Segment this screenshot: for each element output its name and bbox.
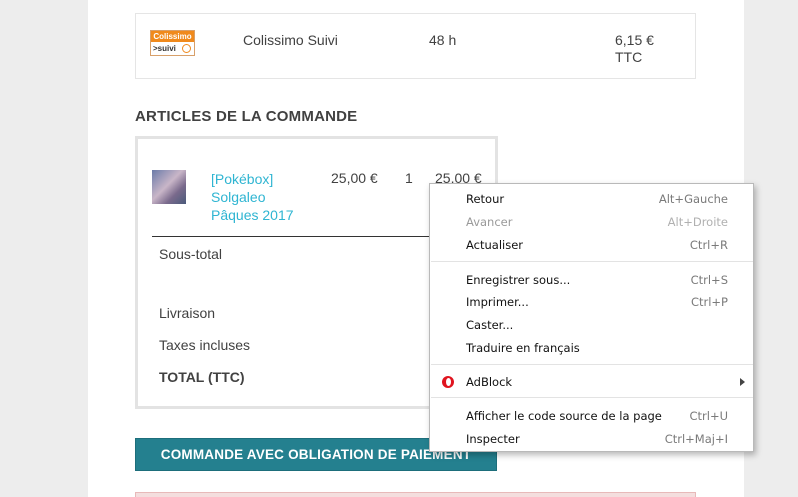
menu-item-label: Traduire en français xyxy=(466,341,580,355)
product-name-link[interactable]: [Pokébox] Solgaleo Pâques 2017 xyxy=(211,170,311,224)
menu-item-label: Enregistrer sous... xyxy=(466,273,571,287)
carrier-delay: 48 h xyxy=(429,32,457,48)
logo-top-text: Colissimo xyxy=(151,31,194,42)
menu-item-label: Inspecter xyxy=(466,432,520,446)
menu-item-view-source[interactable]: Afficher le code source de la page Ctrl+… xyxy=(430,405,753,427)
menu-item-label: Caster... xyxy=(466,318,514,332)
menu-item-forward: Avancer Alt+Droite xyxy=(430,211,753,233)
product-name-line[interactable]: Pâques 2017 xyxy=(211,206,311,224)
menu-item-label: Retour xyxy=(466,192,505,206)
taxes-label: Taxes incluses xyxy=(159,337,251,353)
logo-bottom: >suivi xyxy=(151,42,194,55)
menu-item-label: Avancer xyxy=(466,215,513,229)
menu-item-reload[interactable]: Actualiser Ctrl+R xyxy=(430,234,753,256)
carrier-price-value: 6,15 € xyxy=(615,32,654,48)
menu-item-label: Afficher le code source de la page xyxy=(466,409,662,423)
product-unit-price: 25,00 € xyxy=(331,170,378,186)
menu-item-label: AdBlock xyxy=(466,375,513,389)
menu-item-label: Actualiser xyxy=(466,238,524,252)
menu-item-shortcut: Alt+Gauche xyxy=(658,192,728,206)
opera-icon xyxy=(442,376,454,388)
menu-item-shortcut: Alt+Droite xyxy=(667,215,728,229)
alert-box xyxy=(135,492,696,497)
product-quantity: 1 xyxy=(405,170,413,186)
menu-item-shortcut: Ctrl+U xyxy=(689,409,728,423)
menu-item-print[interactable]: Imprimer... Ctrl+P xyxy=(430,291,753,313)
menu-item-back[interactable]: Retour Alt+Gauche xyxy=(430,188,753,210)
colissimo-logo-icon: Colissimo >suivi xyxy=(150,30,195,56)
menu-item-shortcut: Ctrl+R xyxy=(689,238,728,252)
browser-context-menu: Retour Alt+Gauche Avancer Alt+Droite Act… xyxy=(429,183,754,452)
carrier-summary: Colissimo >suivi Colissimo Suivi 48 h 6,… xyxy=(135,13,696,79)
menu-item-label: Imprimer... xyxy=(466,295,529,309)
menu-separator xyxy=(431,397,753,398)
submenu-arrow-icon xyxy=(740,378,745,386)
menu-item-shortcut: Ctrl+P xyxy=(690,295,728,309)
menu-item-shortcut: Ctrl+S xyxy=(690,273,728,287)
product-thumbnail[interactable] xyxy=(152,170,186,204)
menu-item-cast[interactable]: Caster... xyxy=(430,314,753,336)
shipping-label: Livraison xyxy=(159,305,216,321)
total-label: TOTAL (TTC) xyxy=(159,369,245,385)
clock-icon xyxy=(182,44,191,53)
carrier-price-suffix: TTC xyxy=(615,49,643,65)
menu-item-inspect[interactable]: Inspecter Ctrl+Maj+I xyxy=(430,428,753,450)
carrier-name: Colissimo Suivi xyxy=(243,32,338,48)
order-items-title: ARTICLES DE LA COMMANDE xyxy=(135,108,358,125)
menu-item-save-as[interactable]: Enregistrer sous... Ctrl+S xyxy=(430,269,753,291)
menu-separator xyxy=(431,364,753,365)
logo-bottom-text: >suivi xyxy=(153,44,176,53)
carrier-price: 6,15 € TTC xyxy=(615,32,654,66)
product-name-line[interactable]: [Pokébox] xyxy=(211,170,311,188)
menu-item-translate[interactable]: Traduire en français xyxy=(430,337,753,359)
menu-item-adblock[interactable]: AdBlock xyxy=(430,371,753,393)
product-name-line[interactable]: Solgaleo xyxy=(211,188,311,206)
menu-separator xyxy=(431,261,753,262)
subtotal-label: Sous-total xyxy=(159,246,223,262)
menu-item-shortcut: Ctrl+Maj+I xyxy=(664,432,728,446)
